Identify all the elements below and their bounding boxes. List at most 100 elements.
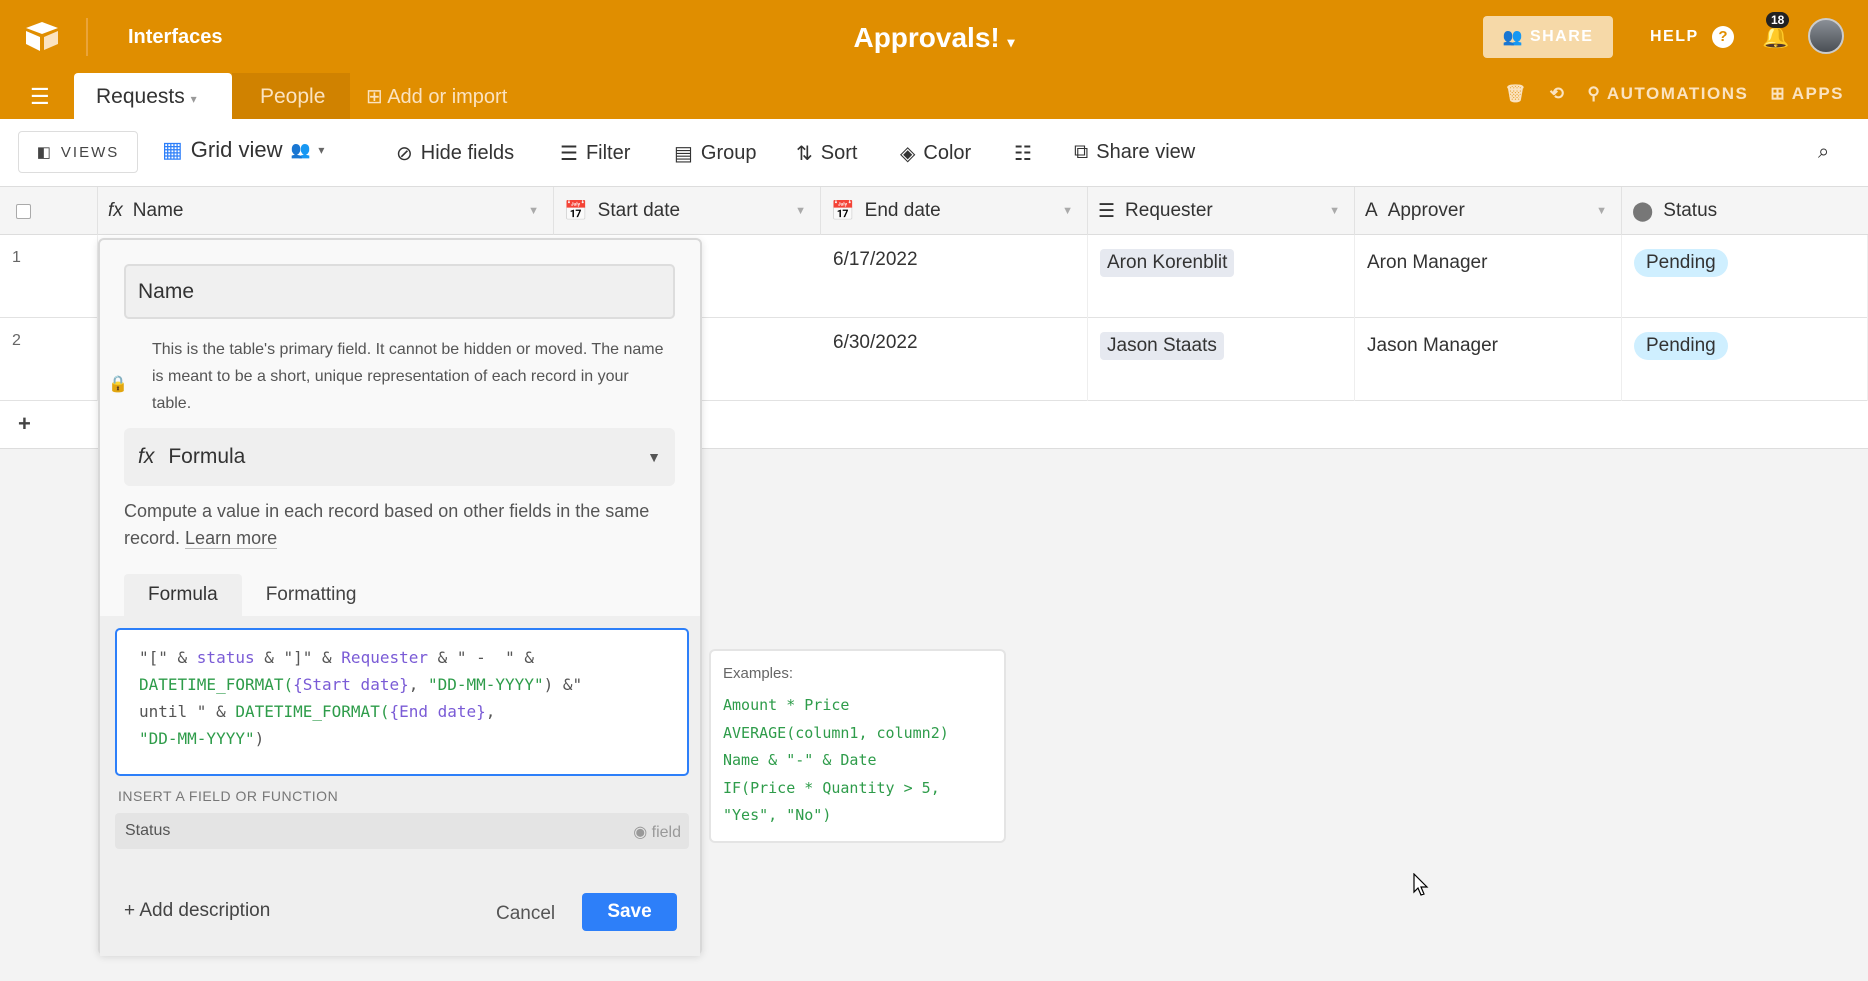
single-select-icon: ⬤	[1632, 200, 1654, 222]
field-name-input[interactable]: Name	[124, 264, 675, 319]
automations-label: AUTOMATIONS	[1606, 84, 1749, 103]
cell-requester[interactable]: Jason Staats	[1088, 318, 1355, 401]
cell-approver[interactable]: Jason Manager	[1355, 318, 1622, 401]
help-icon[interactable]: ?	[1712, 26, 1734, 48]
top-bar: Interfaces Approvals! ▾ 👥 SHARE HELP ? 🔔 …	[0, 0, 1868, 119]
hide-fields-button[interactable]: ⊘ Hide fields	[396, 141, 514, 166]
column-header-status[interactable]: ⬤ Status	[1622, 187, 1868, 235]
calendar-icon: 📅	[564, 201, 588, 222]
cell-approver[interactable]: Aron Manager	[1355, 235, 1622, 318]
help-button[interactable]: HELP	[1650, 28, 1699, 46]
views-button[interactable]: ◧ VIEWS	[18, 131, 138, 173]
grid-view-switcher[interactable]: ▦ Grid view 👥 ▾	[162, 137, 324, 163]
view-toolbar: ◧ VIEWS ▦ Grid view 👥 ▾ ⊘ Hide fields ☰ Filter…	[0, 119, 1868, 187]
examples-tooltip: Examples: Amount * Price AVERAGE(column1…	[709, 649, 1006, 843]
code-token: ,	[485, 702, 496, 721]
group-label: Group	[700, 142, 757, 164]
grid-icon: ▦	[162, 137, 183, 162]
menu-icon[interactable]: ☰	[30, 84, 50, 110]
add-description-button[interactable]: + Add description	[124, 900, 270, 922]
row-number: 2	[0, 318, 98, 401]
code-token: {End date}	[389, 702, 486, 721]
share-view-button[interactable]: ⧉ Share view	[1074, 141, 1195, 164]
eye-slash-icon: ⊘	[396, 143, 413, 165]
trash-icon[interactable]: 🗑	[1504, 84, 1527, 104]
search-icon[interactable]: ⌕	[1818, 141, 1829, 164]
example-line: Name & "-" & Date	[723, 751, 877, 769]
lock-icon: 🔒	[108, 376, 128, 393]
sort-icon: ⇅	[796, 143, 813, 165]
share-button[interactable]: 👥 SHARE	[1483, 16, 1613, 58]
paint-bucket-icon: ◈	[900, 143, 916, 165]
examples-title: Examples:	[723, 665, 794, 682]
column-header-start-date[interactable]: 📅 Start date ▼	[554, 187, 821, 235]
automations-button[interactable]: ⚲ AUTOMATIONS	[1587, 84, 1748, 104]
field-type-description: Compute a value in each record based on …	[124, 498, 675, 552]
text-field-icon: A	[1365, 200, 1378, 221]
column-label: Start date	[597, 200, 681, 221]
cancel-button[interactable]: Cancel	[496, 903, 555, 925]
group-button[interactable]: ▤ Group	[674, 141, 757, 166]
add-or-import-button[interactable]: ⊞ Add or import	[366, 84, 507, 109]
code-token: & "]" &	[254, 648, 342, 667]
tab-people[interactable]: People	[232, 73, 350, 119]
cell-requester[interactable]: Aron Korenblit	[1088, 235, 1355, 318]
color-button[interactable]: ◈ Color	[900, 141, 971, 166]
save-button[interactable]: Save	[582, 893, 677, 931]
plus-icon: +	[18, 411, 31, 436]
code-token: DATETIME_FORMAT(	[139, 675, 294, 694]
history-icon[interactable]: ⟲	[1550, 84, 1566, 104]
example-line: "Yes", "No")	[723, 806, 832, 824]
tab-label: Requests	[96, 85, 185, 108]
tab-formula[interactable]: Formula	[124, 574, 242, 616]
code-token: {Start date}	[293, 675, 409, 694]
chevron-down-icon: ▾	[190, 92, 197, 106]
chevron-down-icon[interactable]: ▼	[1596, 205, 1607, 217]
base-actions: 🗑 ⟲ ⚲ AUTOMATIONS ⊞ APPS	[1504, 84, 1844, 104]
cell-end-date[interactable]: 6/17/2022	[821, 235, 1088, 318]
chevron-down-icon[interactable]: ▼	[1329, 205, 1340, 217]
cell-status[interactable]: Pending	[1622, 318, 1868, 401]
plus-square-icon: ⊞	[366, 86, 383, 108]
column-header-requester[interactable]: ☰ Requester ▼	[1088, 187, 1355, 235]
apps-button[interactable]: ⊞ APPS	[1770, 84, 1844, 104]
column-header-approver[interactable]: A Approver ▼	[1355, 187, 1622, 235]
linked-record-pill: Jason Staats	[1100, 332, 1224, 360]
cell-end-date[interactable]: 6/30/2022	[821, 318, 1088, 401]
row-height-icon[interactable]: ☷	[1014, 141, 1032, 166]
config-tabs: Formula Formatting	[124, 574, 381, 616]
chevron-down-icon[interactable]: ▼	[795, 205, 806, 217]
column-header-name[interactable]: fx Name ▼	[98, 187, 554, 235]
formula-icon: fx	[138, 445, 155, 468]
primary-field-info: This is the table's primary field. It ca…	[152, 341, 664, 412]
formula-icon: fx	[108, 200, 123, 221]
code-token: until " &	[139, 702, 236, 721]
insert-suggestion[interactable]: Status ◉ field	[115, 813, 689, 849]
filter-button[interactable]: ☰ Filter	[560, 141, 630, 166]
column-header-end-date[interactable]: 📅 End date ▼	[821, 187, 1088, 235]
base-title-text: Approvals!	[853, 22, 1000, 53]
chevron-down-icon[interactable]: ▼	[528, 205, 539, 217]
learn-more-link[interactable]: Learn more	[185, 528, 278, 549]
column-label: End date	[864, 200, 941, 221]
tab-requests[interactable]: Requests ▾	[74, 73, 232, 119]
insert-label: INSERT A FIELD OR FUNCTION	[118, 788, 339, 804]
column-label: Status	[1663, 200, 1718, 221]
chevron-down-icon: ▼	[647, 449, 661, 465]
apps-label: APPS	[1791, 84, 1844, 103]
share-label: SHARE	[1529, 28, 1594, 45]
hide-fields-label: Hide fields	[420, 142, 515, 164]
filter-icon: ☰	[560, 143, 578, 165]
color-label: Color	[923, 142, 972, 164]
avatar[interactable]	[1808, 18, 1844, 54]
select-all-checkbox[interactable]	[0, 187, 98, 235]
formula-editor[interactable]: "[" & status & "]" & Requester & " - " &…	[115, 628, 689, 776]
sort-button[interactable]: ⇅ Sort	[796, 141, 857, 166]
column-label: Name	[132, 200, 184, 221]
add-import-label: Add or import	[387, 86, 508, 108]
cell-status[interactable]: Pending	[1622, 235, 1868, 318]
field-type-select[interactable]: fx Formula ▼	[124, 428, 675, 486]
tab-formatting[interactable]: Formatting	[242, 574, 381, 616]
chevron-down-icon: ▾	[318, 143, 325, 157]
chevron-down-icon[interactable]: ▼	[1062, 205, 1073, 217]
